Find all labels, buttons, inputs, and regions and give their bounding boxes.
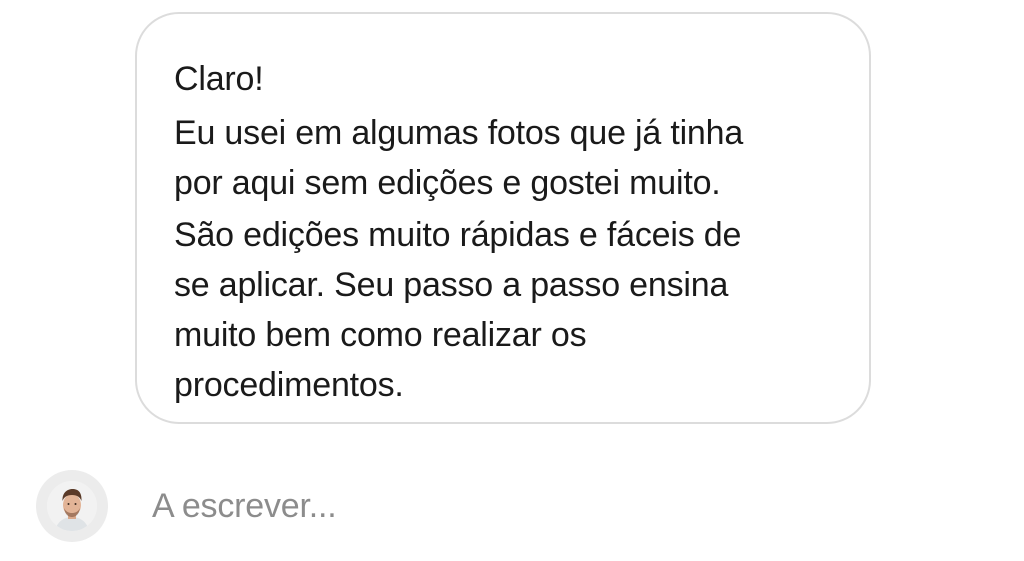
avatar[interactable] xyxy=(36,470,108,542)
message-line: São edições muito rápidas e fáceis de xyxy=(174,216,742,254)
typing-status-text: A escrever... xyxy=(152,486,337,525)
message-line: Eu usei em algumas fotos que já tinha xyxy=(174,114,744,152)
message-line: muito bem como realizar os xyxy=(174,316,587,354)
user-avatar-photo-icon xyxy=(47,481,97,531)
message-line: se aplicar. Seu passo a passo ensina xyxy=(174,266,729,304)
message-line: procedimentos. xyxy=(174,366,404,404)
message-line: por aqui sem edições e gostei muito. xyxy=(174,164,721,202)
received-message-bubble[interactable]: Claro! Eu usei em algumas fotos que já t… xyxy=(135,12,871,424)
typing-indicator-row: A escrever... xyxy=(36,468,337,544)
message-line: Claro! xyxy=(174,60,264,98)
